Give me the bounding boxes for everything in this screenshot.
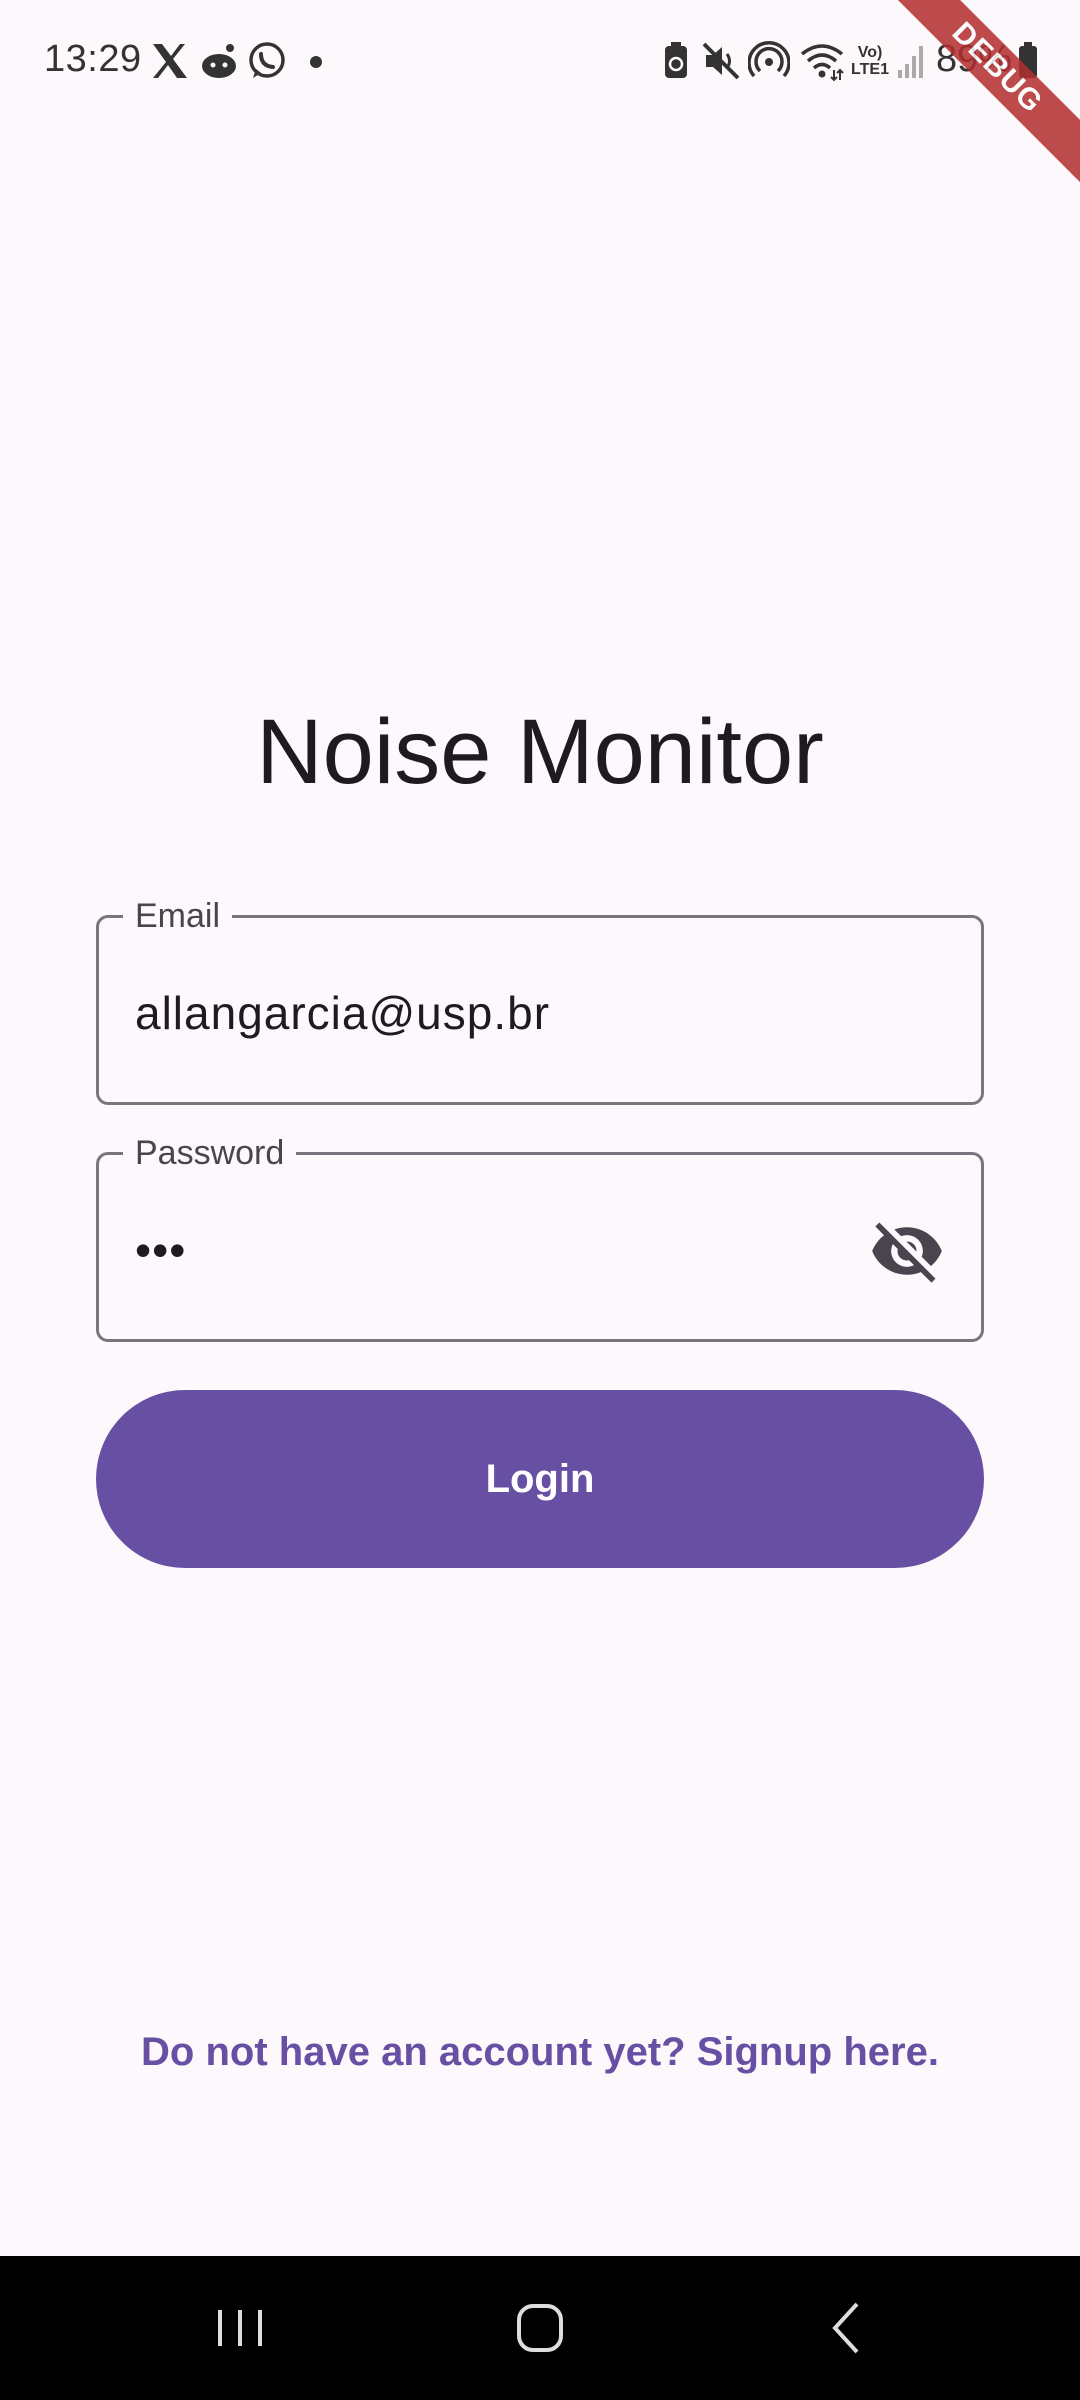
hotspot-icon	[748, 41, 790, 78]
status-time: 13:29	[44, 38, 142, 80]
dot-icon	[310, 56, 322, 68]
navigation-bar	[0, 2256, 1080, 2400]
password-label: Password	[123, 1131, 297, 1175]
recents-icon[interactable]	[200, 2296, 280, 2360]
signal-icon	[898, 46, 923, 78]
password-field[interactable]: Password	[96, 1131, 984, 1342]
email-input[interactable]	[135, 968, 915, 1058]
battery-saver-icon	[665, 42, 687, 78]
home-icon[interactable]	[500, 2296, 580, 2360]
login-button[interactable]: Login	[96, 1390, 984, 1568]
mute-icon	[702, 42, 740, 80]
wifi-icon	[800, 44, 844, 82]
email-label: Email	[123, 894, 233, 938]
x-icon	[153, 44, 187, 78]
whatsapp-icon	[249, 42, 285, 78]
back-icon[interactable]	[805, 2296, 885, 2360]
signup-link[interactable]: Do not have an account yet? Signup here.	[0, 2030, 1080, 2075]
email-field[interactable]: Email	[96, 894, 984, 1105]
page-title: Noise Monitor	[256, 701, 824, 803]
volte-label: Vo) LTE1	[851, 44, 889, 78]
visibility-off-icon[interactable]	[869, 1213, 945, 1289]
password-input[interactable]	[135, 1205, 815, 1295]
reddit-icon	[202, 44, 236, 78]
